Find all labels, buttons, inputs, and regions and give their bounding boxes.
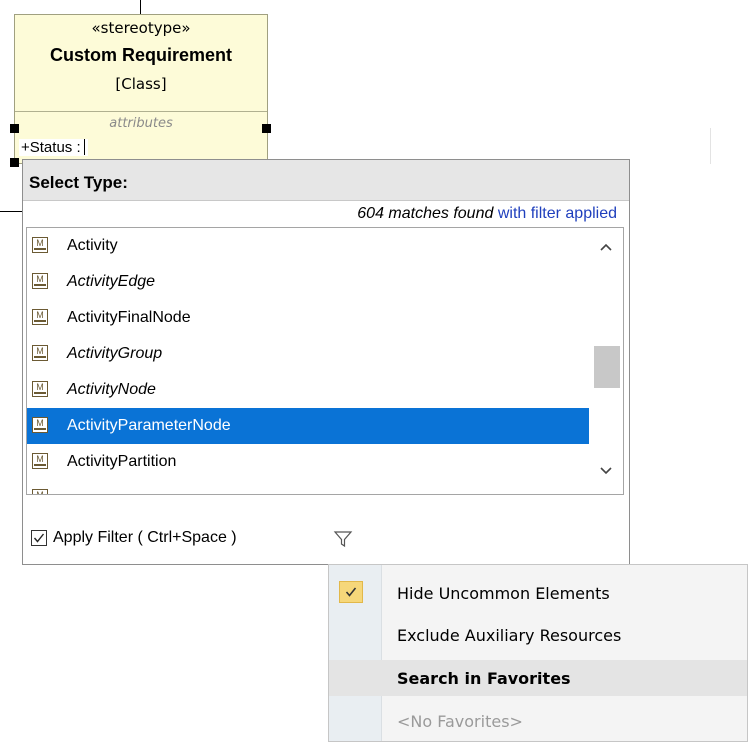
filter-options-menu: Hide Uncommon Elements Exclude Auxiliary…	[328, 564, 748, 742]
class-name: Custom Requirement	[49, 45, 233, 65]
resize-handle[interactable]	[262, 124, 271, 133]
list-item[interactable]: M Activity	[27, 228, 589, 264]
apply-filter-label[interactable]: Apply Filter ( Ctrl+Space )	[53, 529, 237, 547]
class-kind: [Class]	[115, 75, 167, 93]
metaclass-icon: M	[32, 417, 48, 433]
attribute-inline-editor[interactable]: +Status :	[19, 139, 88, 156]
chevron-down-icon[interactable]	[597, 464, 615, 482]
list-item-label: ActivityParameterNode	[67, 417, 231, 434]
filter-applied-link[interactable]: with filter applied	[498, 205, 617, 222]
popup-title: Select Type:	[29, 173, 128, 192]
type-list[interactable]: M Activity M ActivityEdge M ActivityFina…	[26, 227, 624, 495]
apply-filter-checkbox[interactable]	[31, 530, 47, 546]
list-item[interactable]: M ActivityEdge	[27, 264, 589, 300]
diagram-line	[140, 0, 141, 14]
menu-item-search-favorites[interactable]: Search in Favorites	[329, 660, 747, 696]
matches-status: 604 matches found with filter applied	[357, 205, 617, 223]
attribute-edit-text: +Status :	[21, 139, 81, 156]
scrollbar-thumb[interactable]	[594, 346, 620, 388]
menu-item-label: Exclude Auxiliary Resources	[397, 626, 622, 645]
metaclass-icon: M	[32, 273, 48, 289]
list-item[interactable]: M ActivityFinalNode	[27, 300, 589, 336]
list-item[interactable]: M ActivityNode	[27, 372, 589, 408]
list-item-selected[interactable]: M ActivityParameterNode	[27, 408, 589, 444]
metaclass-icon: M	[32, 381, 48, 397]
list-item-partial[interactable]: M	[27, 480, 589, 494]
checkmark-icon	[339, 581, 363, 603]
resize-handle[interactable]	[10, 124, 19, 133]
list-item[interactable]: M ActivityPartition	[27, 444, 589, 480]
compartment-divider	[15, 111, 267, 112]
class-shape[interactable]: «stereotype» Custom Requirement [Class] …	[14, 14, 268, 164]
text-caret	[83, 139, 85, 155]
list-item-label: ActivityPartition	[67, 453, 177, 470]
check-icon	[33, 533, 45, 543]
menu-item-label: <No Favorites>	[397, 712, 523, 731]
matches-count: 604 matches found	[357, 205, 494, 222]
list-scrollbar[interactable]	[589, 228, 623, 494]
select-type-popup: Select Type: 604 matches found with filt…	[22, 159, 630, 565]
filter-funnel-icon[interactable]	[333, 529, 353, 549]
list-item-label: ActivityNode	[67, 381, 156, 398]
metaclass-icon: M	[32, 237, 48, 253]
list-item[interactable]: M ActivityGroup	[27, 336, 589, 372]
menu-item-label: Hide Uncommon Elements	[397, 584, 610, 603]
menu-item-hide-uncommon[interactable]: Hide Uncommon Elements	[329, 575, 747, 611]
popup-header: Select Type:	[23, 160, 629, 201]
class-stereotype: «stereotype»	[91, 19, 191, 37]
menu-item-label: Search in Favorites	[397, 669, 571, 688]
metaclass-icon: M	[32, 453, 48, 469]
resize-handle[interactable]	[10, 158, 19, 167]
list-item-label: ActivityFinalNode	[67, 309, 191, 326]
metaclass-icon: M	[32, 345, 48, 361]
diagram-line	[0, 211, 22, 212]
metaclass-icon: M	[32, 489, 48, 494]
menu-item-no-favorites: <No Favorites>	[329, 703, 747, 739]
list-item-label: ActivityEdge	[67, 273, 156, 290]
menu-item-exclude-auxiliary[interactable]: Exclude Auxiliary Resources	[329, 617, 747, 653]
diagram-line	[710, 128, 711, 164]
metaclass-icon: M	[32, 309, 48, 325]
list-item-label: ActivityGroup	[67, 345, 163, 362]
chevron-up-icon[interactable]	[597, 240, 615, 258]
attributes-compartment-label: attributes	[109, 116, 173, 131]
list-item-label: Activity	[67, 237, 118, 254]
